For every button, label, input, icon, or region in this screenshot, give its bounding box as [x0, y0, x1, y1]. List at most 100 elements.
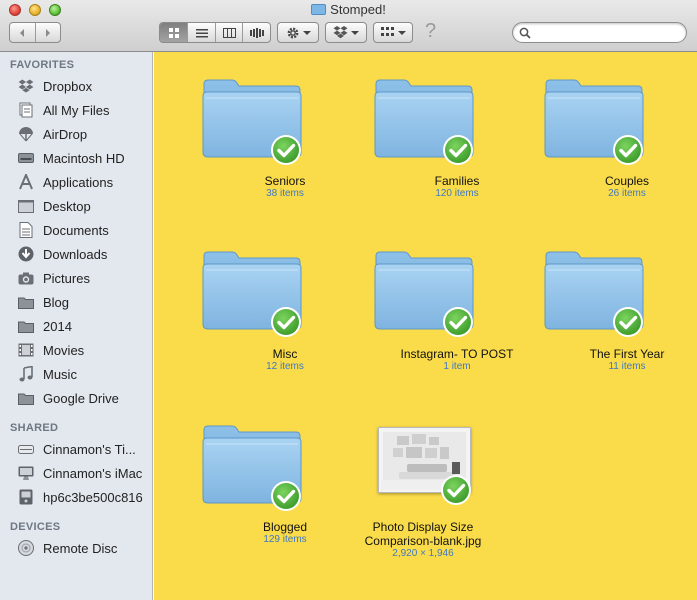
window-title: Stomped!: [0, 1, 697, 19]
gear-icon: [287, 27, 298, 38]
sidebar-item-cinnamons-time-capsule[interactable]: Cinnamon's Ti...: [17, 438, 136, 460]
folder-misc[interactable]: Misc 12 items: [200, 248, 370, 388]
sidebar-item-label: Remote Disc: [43, 540, 118, 556]
folder-icon: [311, 4, 327, 15]
arrange-grid-icon: [380, 27, 394, 36]
sidebar-item-label: Dropbox: [43, 78, 93, 94]
search-input[interactable]: [535, 25, 684, 42]
arrange-menu-button[interactable]: [373, 22, 413, 43]
cover-flow-view-button[interactable]: [242, 23, 270, 42]
sidebar-item-movies[interactable]: Movies: [17, 339, 84, 361]
folder-icon: [202, 79, 303, 167]
file-name-line-1: Photo Display Size: [372, 520, 474, 534]
chevron-right-icon: [45, 28, 50, 37]
sidebar-item-2014[interactable]: 2014: [17, 315, 72, 337]
back-button[interactable]: [10, 23, 35, 42]
time-capsule-icon: [17, 441, 35, 457]
applications-icon: [17, 174, 35, 190]
sidebar-item-hp-printer[interactable]: hp6c3be500c816: [17, 486, 143, 508]
airdrop-icon: [17, 126, 35, 142]
folder-the-first-year[interactable]: The First Year 11 items: [542, 248, 697, 388]
desktop-icon: [17, 198, 35, 214]
sidebar-item-desktop[interactable]: Desktop: [17, 195, 91, 217]
image-dimensions: 2,920 × 1,946: [392, 548, 454, 559]
folder-icon: [544, 251, 645, 339]
sidebar-item-downloads[interactable]: Downloads: [17, 243, 107, 265]
folder-families[interactable]: Families 120 items: [372, 76, 542, 216]
folder-icon: [202, 425, 303, 513]
sidebar-item-label: Applications: [43, 174, 114, 190]
folder-name: Misc: [272, 347, 298, 361]
music-icon: [17, 366, 35, 382]
folder-couples[interactable]: Couples 26 items: [542, 76, 697, 216]
folder-name: The First Year: [589, 347, 665, 361]
sidebar-item-pictures[interactable]: Pictures: [17, 267, 90, 289]
help-button[interactable]: ?: [425, 20, 436, 43]
sidebar-item-airdrop[interactable]: AirDrop: [17, 123, 87, 145]
hard-drive-icon: [17, 150, 35, 166]
dropbox-menu-button[interactable]: [325, 22, 367, 43]
downloads-icon: [17, 246, 35, 262]
folder-name: Couples: [604, 174, 650, 188]
imac-icon: [17, 465, 35, 481]
folder-instagram-to-post[interactable]: Instagram- TO POST 1 item: [372, 248, 542, 388]
list-view-button[interactable]: [187, 23, 215, 42]
sidebar-item-label: Macintosh HD: [43, 150, 125, 166]
sidebar-item-label: Desktop: [43, 198, 91, 214]
folder-item-count: 120 items: [435, 188, 479, 199]
sidebar-item-dropbox[interactable]: Dropbox: [17, 75, 92, 97]
list-view-icon: [195, 28, 208, 37]
search-icon: [519, 27, 531, 39]
folder-icon: [17, 390, 35, 406]
folder-icon: [374, 251, 475, 339]
sidebar-item-google-drive[interactable]: Google Drive: [17, 387, 119, 409]
sidebar-item-label: Pictures: [43, 270, 90, 286]
sidebar-item-label: Documents: [43, 222, 109, 238]
search-field[interactable]: [512, 22, 687, 43]
file-photo-display-size-comparison[interactable]: Photo Display Size Comparison-blank.jpg …: [338, 422, 508, 572]
column-view-button[interactable]: [214, 23, 243, 42]
chevron-down-icon: [351, 30, 359, 35]
sidebar-item-label: 2014: [43, 318, 72, 334]
icon-view-button[interactable]: [160, 23, 188, 42]
sidebar-section-shared: SHARED: [10, 422, 59, 434]
sidebar-item-all-my-files[interactable]: All My Files: [17, 99, 109, 121]
sidebar-item-applications[interactable]: Applications: [17, 171, 113, 193]
sidebar-item-macintosh-hd[interactable]: Macintosh HD: [17, 147, 125, 169]
sidebar-item-blog[interactable]: Blog: [17, 291, 69, 313]
sidebar-item-label: Music: [43, 366, 77, 382]
folder-icon: [17, 318, 35, 334]
sidebar-item-label: Google Drive: [43, 390, 119, 406]
chevron-down-icon: [302, 30, 311, 35]
sidebar-item-music[interactable]: Music: [17, 363, 77, 385]
cover-flow-view-icon: [249, 27, 264, 38]
sidebar-item-label: All My Files: [43, 102, 110, 118]
documents-icon: [17, 222, 35, 238]
folder-icon: [374, 79, 475, 167]
folder-icon: [544, 79, 645, 167]
folder-item-count: 38 items: [266, 188, 304, 199]
sidebar-item-label: Cinnamon's iMac: [43, 465, 143, 481]
finder-window: Stomped! ? FAVORITES Dropbox All My File…: [0, 0, 697, 600]
sidebar-item-remote-disc[interactable]: Remote Disc: [17, 537, 117, 559]
printer-icon: [17, 489, 35, 505]
sidebar-item-label: Downloads: [43, 246, 108, 262]
chevron-left-icon: [20, 28, 25, 37]
camera-icon: [17, 270, 35, 286]
sidebar-item-documents[interactable]: Documents: [17, 219, 109, 241]
folder-item-count: 1 item: [443, 361, 471, 372]
folder-seniors[interactable]: Seniors 38 items: [200, 76, 370, 216]
file-name-line-2: Comparison-blank.jpg: [364, 534, 482, 548]
action-menu-button[interactable]: [277, 22, 319, 43]
view-mode-control: [159, 22, 271, 43]
sidebar-item-cinnamons-imac[interactable]: Cinnamon's iMac: [17, 462, 142, 484]
folder-icon: [202, 251, 303, 339]
sidebar-item-label: AirDrop: [43, 126, 88, 142]
forward-button[interactable]: [34, 23, 60, 42]
icon-view-icon: [168, 27, 179, 38]
window-title-text: Stomped!: [330, 2, 386, 17]
synced-check-icon: [440, 474, 472, 506]
sidebar-item-label: Blog: [43, 294, 70, 310]
synced-check-icon: [269, 133, 303, 167]
chevron-down-icon: [397, 30, 406, 35]
